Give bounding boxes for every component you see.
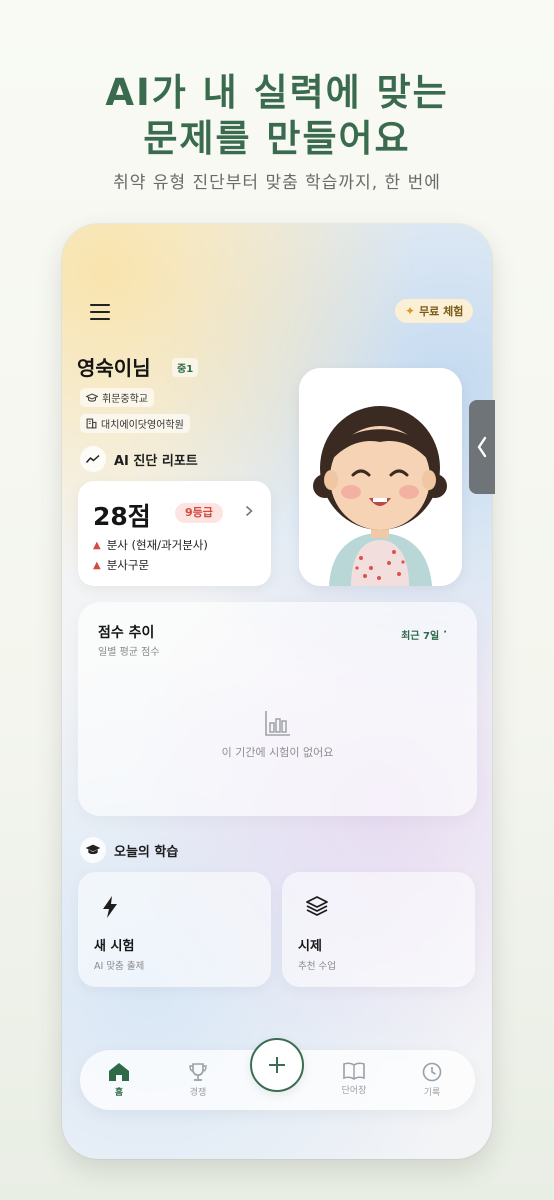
score-trend-subtitle: 일별 평균 점수 bbox=[98, 647, 160, 658]
new-test-card[interactable]: 새 시험 AI 맞춤 출제 bbox=[78, 872, 271, 987]
recommended-lesson-card[interactable]: 시제 추천 수업 bbox=[282, 872, 475, 987]
free-trial-label: 무료 체험 bbox=[419, 305, 464, 318]
new-test-subtitle: AI 맞춤 출제 bbox=[94, 961, 145, 972]
free-trial-button[interactable]: ✦ 무료 체험 bbox=[395, 299, 474, 323]
promo-subheadline: 취약 유형 진단부터 맞춤 학습까지, 한 번에 bbox=[113, 173, 441, 193]
ai-report-header: AI 진단 리포트 bbox=[80, 446, 198, 472]
score-trend-title: 점수 추이 bbox=[98, 625, 155, 641]
user-name: 영숙이님 bbox=[77, 356, 151, 380]
book-icon bbox=[343, 1062, 365, 1080]
warning-icon: ▲ bbox=[93, 559, 101, 571]
today-learning-header: 오늘의 학습 bbox=[80, 837, 178, 863]
nav-item-competition[interactable]: 경쟁 bbox=[170, 1062, 226, 1098]
academy-name: 대치에이닷영어학원 bbox=[101, 420, 184, 431]
empty-state-message: 이 기간에 시험이 없어요 bbox=[221, 746, 334, 759]
dropdown-dot-icon: · bbox=[443, 627, 447, 638]
score-trend-card: 점수 추이 일별 평균 점수 최근 7일 · 이 기간에 시험이 없어요 bbox=[78, 602, 477, 816]
nav-item-history[interactable]: 기록 bbox=[404, 1062, 460, 1098]
new-test-title: 새 시험 bbox=[94, 939, 135, 954]
ai-report-title: AI 진단 리포트 bbox=[114, 453, 198, 469]
hamburger-menu-icon[interactable] bbox=[90, 304, 110, 321]
add-button[interactable] bbox=[250, 1038, 304, 1092]
chevron-left-icon bbox=[477, 436, 487, 458]
promo-headline-line2: 문제를 만들어요 bbox=[143, 117, 411, 160]
grade-level-badge: 9등급 bbox=[175, 503, 223, 523]
score-value: 28점 bbox=[93, 502, 151, 531]
weak-area-item: ▲ 분사 (현재/과거분사) bbox=[93, 537, 208, 553]
avatar[interactable] bbox=[299, 368, 462, 586]
score-card[interactable]: 28점 9등급 ▲ 분사 (현재/과거분사) ▲ 분사구문 bbox=[78, 481, 271, 586]
home-icon bbox=[109, 1063, 129, 1081]
sparkle-icon: ✦ bbox=[405, 304, 416, 318]
nav-item-wordbook[interactable]: 단어장 bbox=[326, 1062, 382, 1096]
trophy-icon bbox=[189, 1063, 207, 1081]
weak-area-item: ▲ 분사구문 bbox=[93, 557, 149, 573]
warning-icon: ▲ bbox=[93, 539, 101, 551]
period-dropdown[interactable]: 최근 7일 · bbox=[401, 627, 447, 642]
nav-history-label: 기록 bbox=[423, 1088, 441, 1098]
promo-headline: AI가 내 실력에 맞는 문제를 만들어요 bbox=[0, 70, 554, 162]
academy-chip: 대치에이닷영어학원 bbox=[80, 414, 190, 433]
side-drawer-handle[interactable] bbox=[469, 400, 495, 494]
recommended-lesson-title: 시제 bbox=[298, 939, 322, 954]
lightning-bolt-icon bbox=[103, 896, 117, 918]
weak-area-label: 분사 (현재/과거분사) bbox=[106, 538, 208, 552]
nav-item-home[interactable]: 홈 bbox=[91, 1062, 147, 1098]
nav-wordbook-label: 단어장 bbox=[341, 1086, 367, 1096]
graduation-cap-icon bbox=[80, 837, 106, 863]
phone-screen: ✦ 무료 체험 영숙이님 중1 휘문중학교 대치에이닷영어학원 AI 진단 리포… bbox=[62, 224, 492, 1159]
weak-area-label: 분사구문 bbox=[106, 558, 150, 572]
school-name: 휘문중학교 bbox=[102, 394, 148, 405]
recommended-lesson-subtitle: 추천 수업 bbox=[298, 961, 336, 972]
plus-icon bbox=[269, 1057, 285, 1073]
nav-home-label: 홈 bbox=[114, 1088, 124, 1098]
avatar-illustration bbox=[299, 368, 462, 586]
graduation-cap-icon bbox=[86, 392, 98, 402]
chevron-right-icon bbox=[245, 505, 253, 517]
bar-chart-icon bbox=[265, 711, 290, 736]
school-chip: 휘문중학교 bbox=[80, 388, 154, 407]
clock-icon bbox=[422, 1062, 442, 1082]
nav-competition-label: 경쟁 bbox=[189, 1088, 207, 1098]
layers-icon bbox=[306, 896, 328, 916]
building-icon bbox=[86, 418, 97, 429]
grade-badge: 중1 bbox=[172, 358, 199, 377]
period-label: 최근 7일 bbox=[401, 631, 440, 642]
promo-headline-line1: AI가 내 실력에 맞는 bbox=[105, 71, 449, 114]
today-learning-title: 오늘의 학습 bbox=[114, 844, 179, 860]
trend-line-icon bbox=[80, 446, 106, 472]
